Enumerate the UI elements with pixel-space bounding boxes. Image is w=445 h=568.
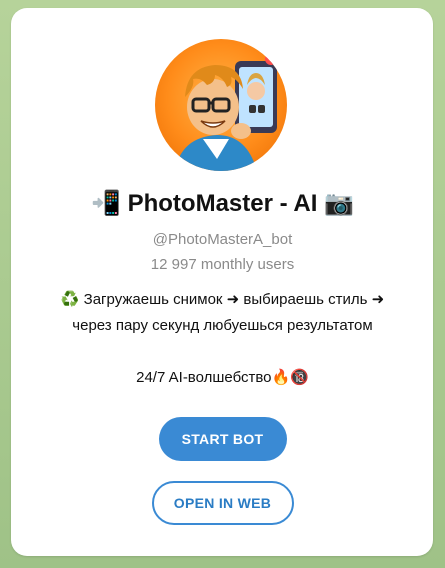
cartoon-photographer-avatar-icon — [175, 53, 277, 171]
start-bot-button[interactable]: START BOT — [158, 417, 287, 461]
bot-avatar — [155, 39, 287, 171]
mobile-phone-emoji-icon: 📲 — [91, 190, 121, 217]
bot-description: ♻️ Загружаешь снимок ➜ выбираешь стиль ➜… — [20, 287, 425, 339]
monthly-users-count: 12 997 monthly users — [150, 256, 295, 273]
bot-tagline: 24/7 AI-волшебство🔥🔞 — [136, 369, 309, 386]
open-in-web-button[interactable]: OPEN IN WEB — [151, 481, 294, 525]
description-line-1: ♻️ Загружаешь снимок ➜ выбираешь стиль ➜ — [60, 291, 385, 308]
bot-name: PhotoMaster - AI — [127, 190, 318, 217]
camera-emoji-icon: 📷 — [324, 190, 354, 217]
bot-title: 📲 PhotoMaster - AI 📷 — [0, 189, 445, 218]
bot-username[interactable]: @PhotoMasterA_bot — [0, 231, 445, 248]
description-line-2: через пару секунд любуешься результатом — [72, 317, 373, 334]
